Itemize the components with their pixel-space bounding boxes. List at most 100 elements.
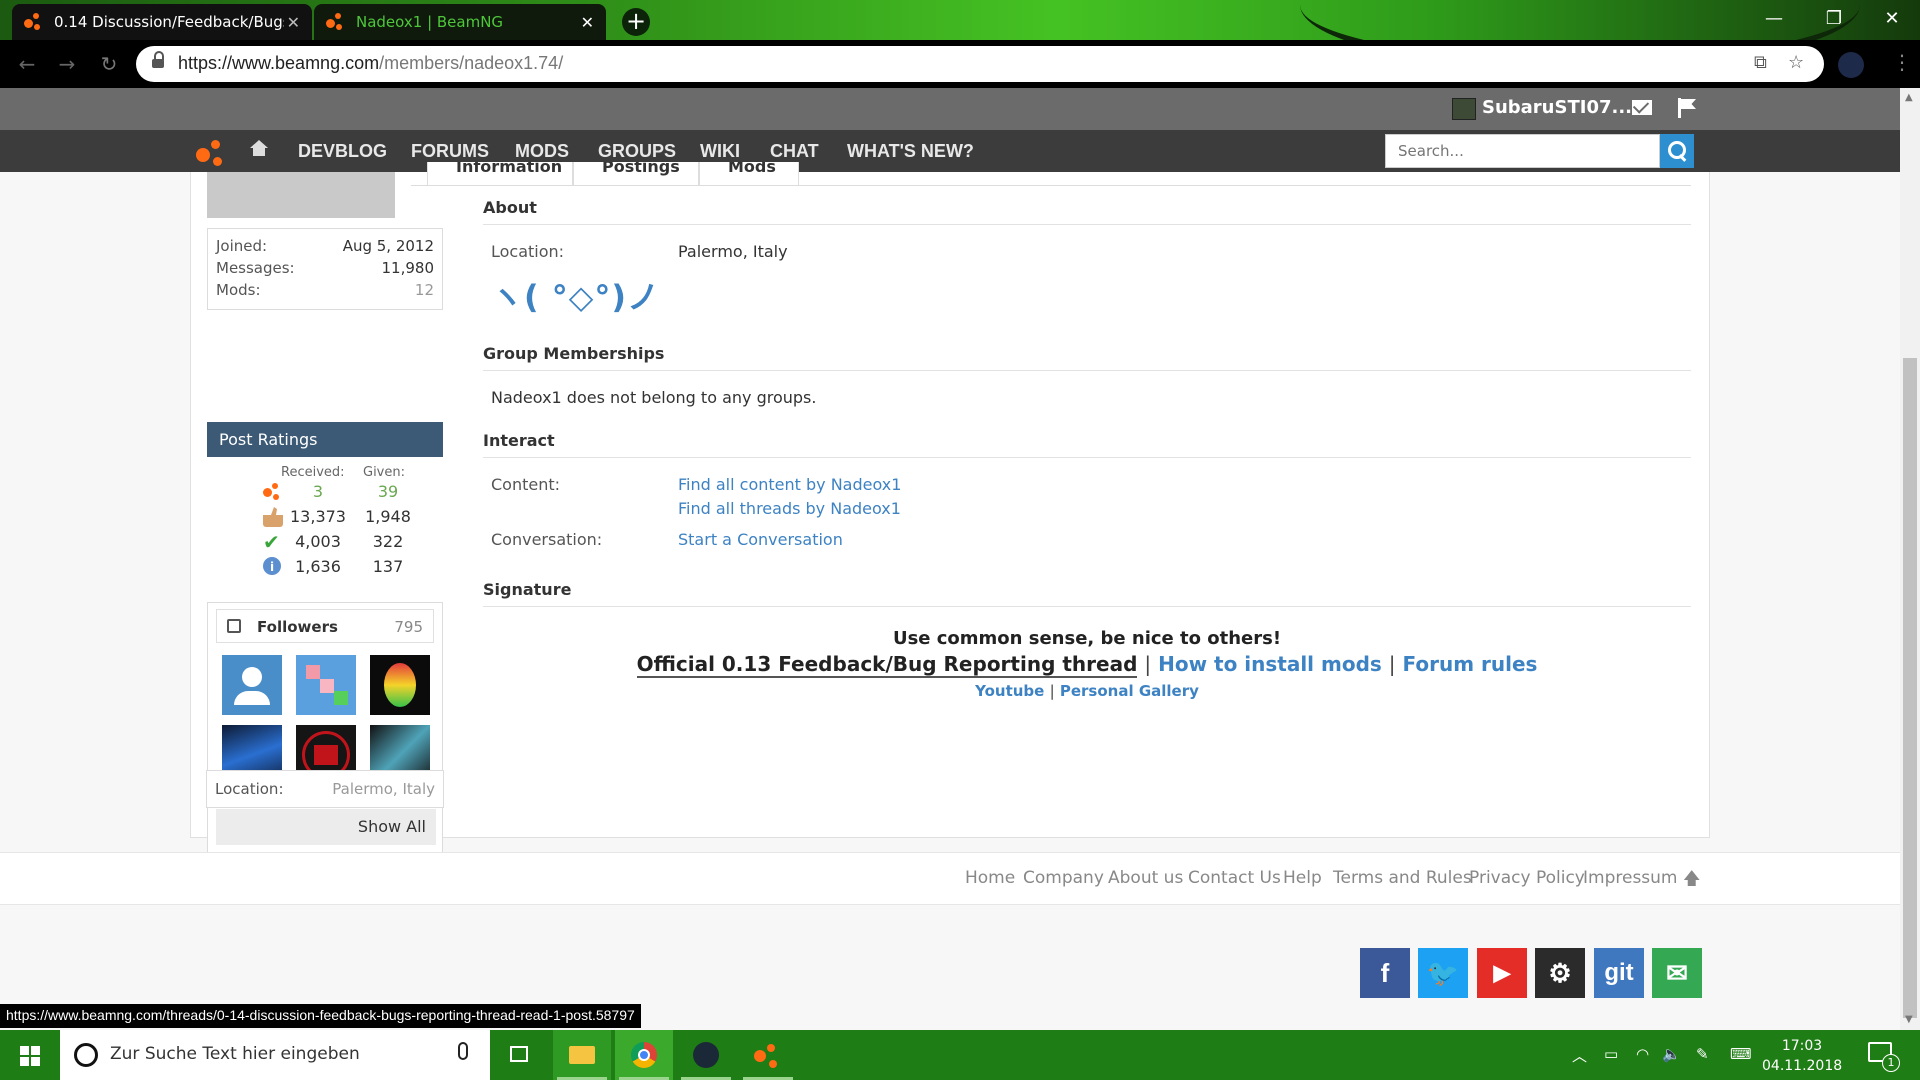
footer-link-home[interactable]: Home [965,868,1015,888]
pen-icon[interactable]: ✎ [1696,1045,1709,1063]
beamng-app-icon[interactable] [739,1030,797,1080]
footer-link-terms[interactable]: Terms and Rules [1333,868,1472,888]
nav-wiki[interactable]: WIKI [700,141,740,162]
youtube-icon[interactable]: ▶ [1477,948,1527,998]
scroll-up-arrow-icon[interactable]: ▲ [1905,92,1913,103]
browser-tab-nadeox1[interactable]: Nadeox1 | BeamNG ✕ [314,4,606,40]
show-all-followers-button[interactable]: Show All [216,809,436,845]
notification-count: 1 [1882,1054,1900,1072]
close-tab-icon[interactable]: ✕ [287,13,300,32]
footer-link-contact[interactable]: Contact Us [1188,868,1281,888]
nav-groups[interactable]: GROUPS [598,141,676,162]
reload-button[interactable]: ↻ [96,52,122,78]
web-page: SubaruSTI07... DEVBLOG FORUMS MODS GROUP… [0,88,1900,1030]
stat-label: Joined: [216,237,268,255]
signature-line: Use common sense, be nice to others! [892,628,1282,649]
forum-rules-link[interactable]: Forum rules [1403,652,1538,676]
follower-avatar[interactable] [296,655,356,715]
task-view-icon[interactable] [490,1030,548,1080]
find-all-threads-link[interactable]: Find all threads by Nadeox1 [678,499,901,518]
microphone-icon[interactable] [458,1042,468,1060]
search-icon[interactable] [1660,134,1694,168]
cortana-icon[interactable] [74,1043,98,1067]
action-center-icon[interactable]: 1 [1868,1042,1900,1072]
close-window-button[interactable]: ✕ [1862,0,1920,40]
wifi-icon[interactable]: ◠ [1636,1045,1649,1063]
search-input[interactable] [1386,135,1659,167]
followers-header[interactable]: Followers 795 [216,609,434,643]
follower-avatar[interactable] [370,655,430,715]
tab-title: Nadeox1 | BeamNG [356,13,504,31]
stat-value[interactable]: 11,980 [382,259,435,277]
steam-icon[interactable] [677,1030,735,1080]
personal-gallery-link[interactable]: Personal Gallery [1060,682,1199,700]
scrollbar-thumb[interactable] [1903,358,1917,1018]
file-explorer-icon[interactable] [553,1030,611,1080]
scroll-down-arrow-icon[interactable]: ▼ [1905,1014,1913,1025]
post-ratings-table: Received: Given: 3 39 13,373 1,948 ✔ 4,0… [207,457,443,582]
bookmark-star-icon[interactable]: ☆ [1788,52,1804,73]
signature-links: Official 0.13 Feedback/Bug Reporting thr… [483,652,1691,678]
tray-chevron-icon[interactable]: ︿ [1572,1045,1587,1066]
tab-postings[interactable]: Postings [573,162,699,186]
feedback-thread-link[interactable]: Official 0.13 Feedback/Bug Reporting thr… [636,652,1138,678]
start-conversation-link[interactable]: Start a Conversation [678,530,843,549]
rating-received: 1,636 [295,557,341,576]
browser-tab-discussion[interactable]: 0.14 Discussion/Feedback/Bugs- ✕ [12,4,312,40]
close-tab-icon[interactable]: ✕ [581,13,594,32]
chrome-icon[interactable] [615,1030,673,1080]
beamng-logo[interactable] [196,140,228,168]
nav-forums[interactable]: FORUMS [411,141,489,162]
inbox-envelope-icon[interactable] [1632,100,1652,115]
footer-link-company[interactable]: Company [1023,868,1104,888]
steam-icon[interactable]: ⚙ [1535,948,1585,998]
facebook-icon[interactable]: f [1360,948,1410,998]
tab-information[interactable]: Information [427,162,573,186]
taskbar-search[interactable]: Zur Suche Text hier eingeben [60,1030,490,1080]
alerts-flag-icon[interactable] [1678,98,1696,118]
home-icon[interactable] [250,140,268,158]
user-avatar[interactable] [1452,98,1476,120]
twitter-icon[interactable]: 🐦 [1418,948,1468,998]
new-tab-button[interactable]: + [622,8,650,36]
keyboard-icon[interactable]: ⌨ [1730,1045,1752,1063]
nav-devblog[interactable]: DEVBLOG [298,141,387,162]
footer-link-about[interactable]: About us [1108,868,1183,888]
tab-mods[interactable]: Mods [699,162,799,186]
install-mods-link[interactable]: How to install mods [1158,652,1382,676]
profile-avatar-icon[interactable] [1838,52,1864,78]
taskbar-clock[interactable]: 17:03 04.11.2018 [1762,1036,1842,1076]
stat-value[interactable]: 12 [415,281,434,299]
content-label: Content: [491,475,561,494]
nav-chat[interactable]: CHAT [770,141,819,162]
nav-whats-new[interactable]: WHAT'S NEW? [847,141,974,162]
back-button[interactable]: ← [14,52,40,78]
volume-icon[interactable]: 🔈 [1662,1045,1681,1063]
profile-content: Joined: Aug 5, 2012 Messages: 11,980 Mod… [190,162,1710,854]
minimize-window-button[interactable]: — [1744,0,1804,40]
youtube-link[interactable]: Youtube [975,682,1044,700]
status-bar-url: https://www.beamng.com/threads/0-14-disc… [0,1004,641,1028]
email-icon[interactable]: ✉ [1652,948,1702,998]
footer-link-privacy[interactable]: Privacy Policy [1469,868,1585,888]
nav-mods[interactable]: MODS [515,141,569,162]
translate-icon[interactable]: ⧉ [1754,52,1767,73]
follower-avatar[interactable] [222,655,282,715]
browser-menu-icon[interactable]: ⋮ [1892,50,1912,74]
footer-link-help[interactable]: Help [1283,868,1322,888]
maximize-window-button[interactable]: ❐ [1804,0,1864,40]
windows-start-button[interactable] [0,1030,60,1080]
username-link[interactable]: SubaruSTI07... [1482,97,1632,118]
beamng-rating-icon [263,482,283,502]
page-scrollbar[interactable]: ▲ ▼ [1900,88,1920,1030]
address-bar[interactable]: https://www.beamng.com/members/nadeox1.7… [136,46,1824,82]
footer-link-impressum[interactable]: Impressum [1583,868,1678,888]
rating-received[interactable]: 3 [283,482,353,501]
find-all-content-link[interactable]: Find all content by Nadeox1 [678,475,901,494]
forward-button[interactable]: → [54,52,80,78]
scroll-top-arrow-icon[interactable]: 🡅 [1683,866,1700,895]
git-icon[interactable]: git [1594,948,1644,998]
rating-given[interactable]: 39 [353,482,423,501]
beamng-favicon-icon [24,13,42,31]
battery-icon[interactable]: ▭ [1604,1045,1618,1063]
